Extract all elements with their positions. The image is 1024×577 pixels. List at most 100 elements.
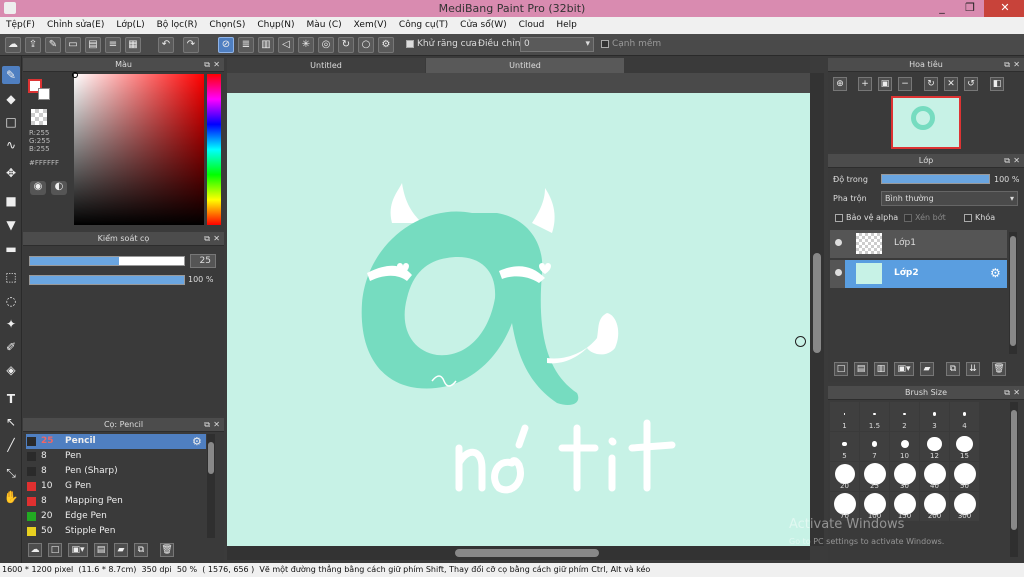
divide-tool-icon[interactable]: ╱ [2, 436, 20, 454]
brush-item[interactable]: 8 Pen (Sharp) [26, 464, 206, 479]
brush-size-preset[interactable]: 25 [860, 462, 889, 491]
radial-snap-icon[interactable]: ✳ [298, 37, 314, 53]
shape-fill-tool-icon[interactable]: ■ [2, 192, 20, 210]
undock-icon[interactable]: ⧉ [1004, 58, 1010, 72]
merge-down-icon[interactable]: ⇊ [966, 362, 980, 376]
scroll-thumb[interactable] [455, 549, 599, 557]
eraser-tool-icon[interactable]: ◆ [2, 90, 20, 108]
brush-list-scrollbar[interactable] [207, 434, 215, 538]
undock-icon[interactable]: ⧉ [204, 232, 210, 246]
menu-cloud[interactable]: Cloud [513, 17, 551, 34]
undock-icon[interactable]: ⧉ [204, 418, 210, 432]
brush-settings-icon[interactable]: ⚙ [192, 434, 202, 449]
navigator-thumbnail[interactable] [891, 96, 961, 149]
undock-icon[interactable]: ⧉ [1004, 386, 1010, 400]
scroll-thumb[interactable] [1011, 410, 1017, 530]
zoom-actual-icon[interactable]: ▣ [878, 77, 892, 91]
zoom-fit-icon[interactable]: ⊕ [833, 77, 847, 91]
layer-opacity-slider[interactable] [881, 174, 990, 184]
menu-layer[interactable]: Lớp(L) [110, 17, 150, 34]
brush-size-scrollbar[interactable] [1010, 402, 1018, 557]
hand-tool-icon[interactable]: ✋ [2, 488, 20, 506]
new-layer-icon[interactable]: □ [834, 362, 848, 376]
close-button[interactable]: ✕ [984, 0, 1024, 17]
brush-item[interactable]: 8 Mapping Pen [26, 494, 206, 509]
new-8bit-layer-icon[interactable]: ▥ [874, 362, 888, 376]
cross-snap-icon[interactable]: ▥ [258, 37, 274, 53]
cloud-brush-icon[interactable]: ☁ [28, 543, 42, 557]
brush-size-preset[interactable]: 40 [920, 462, 949, 491]
restore-button[interactable]: ❐ [956, 0, 984, 17]
dot-tool-icon[interactable]: □ [2, 113, 20, 131]
add-brush-icon[interactable]: ▣▾ [68, 543, 88, 557]
horizontal-scrollbar[interactable] [227, 546, 810, 560]
minimize-button[interactable]: _ [928, 0, 956, 17]
layer-list-scrollbar[interactable] [1009, 232, 1017, 354]
flip-icon[interactable]: ◧ [990, 77, 1004, 91]
undo-icon[interactable]: ↶ [158, 37, 174, 53]
blend-mode-select[interactable]: Bình thường ▾ [881, 191, 1018, 206]
soft-edge-checkbox[interactable]: Cạnh mềm [601, 39, 661, 49]
menu-file[interactable]: Tệp(F) [0, 17, 41, 34]
close-icon[interactable]: ✕ [1013, 386, 1020, 400]
visibility-eye-icon[interactable] [835, 239, 842, 246]
snap-settings-icon[interactable]: ⚙ [378, 37, 394, 53]
add-layer-menu-icon[interactable]: ▣▾ [894, 362, 914, 376]
brush-size-preset[interactable]: 20 [830, 462, 859, 491]
move-tool-icon[interactable]: ✥ [2, 164, 20, 182]
transparent-color-swatch[interactable] [31, 109, 47, 125]
menu-tools[interactable]: Công cụ(T) [393, 17, 454, 34]
undock-icon[interactable]: ⧉ [1004, 154, 1010, 168]
brush-item[interactable]: 10 G Pen [26, 479, 206, 494]
menu-capture[interactable]: Chụp(N) [251, 17, 300, 34]
duplicate-icon[interactable]: ⧉ [134, 543, 148, 557]
select-rect-tool-icon[interactable]: ⬚ [2, 268, 20, 286]
page-icon[interactable]: ▤ [85, 37, 101, 53]
hue-slider[interactable] [207, 74, 221, 225]
layer-settings-icon[interactable]: ⚙ [990, 266, 1001, 280]
reset-view-icon[interactable]: ✕ [944, 77, 958, 91]
blur-tool-icon[interactable]: ∿ [2, 136, 20, 154]
new-halftone-layer-icon[interactable]: ▤ [854, 362, 868, 376]
menu-help[interactable]: Help [550, 17, 583, 34]
brush-size-preset[interactable]: 7 [860, 432, 889, 461]
select-eraser-tool-icon[interactable]: ◈ [2, 361, 20, 379]
brush-opacity-slider[interactable] [29, 275, 185, 285]
undock-icon[interactable]: ⧉ [204, 58, 210, 72]
grid-icon[interactable]: ▦ [125, 37, 141, 53]
clipping-checkbox[interactable]: Xén bớt [904, 213, 946, 222]
brush-size-preset[interactable]: 1.5 [860, 402, 889, 431]
brush-size-preset[interactable]: 300 [950, 492, 979, 521]
brush-properties-icon[interactable]: ▤ [94, 543, 108, 557]
brush-size-preset[interactable]: 3 [920, 402, 949, 431]
vanishing-snap-icon[interactable]: ◁ [278, 37, 294, 53]
brush-size-value[interactable]: 25 [190, 254, 216, 268]
brush-tool-icon[interactable]: ✎ [2, 66, 20, 84]
vertical-scrollbar[interactable] [810, 73, 824, 546]
brush-item[interactable]: 8 Pen [26, 449, 206, 464]
cloud-icon[interactable]: ☁ [5, 37, 21, 53]
protect-alpha-checkbox[interactable]: Bảo vệ alpha [835, 213, 898, 222]
delete-icon[interactable]: 🗑 [160, 543, 174, 557]
no-snap-icon[interactable]: ⊘ [218, 37, 234, 53]
brush-size-preset[interactable]: 4 [950, 402, 979, 431]
lock-checkbox[interactable]: Khóa [964, 213, 995, 222]
lasso-tool-icon[interactable]: ◌ [2, 292, 20, 310]
scroll-thumb[interactable] [208, 442, 214, 474]
brush-size-preset[interactable]: 5 [830, 432, 859, 461]
close-icon[interactable]: ✕ [1013, 58, 1020, 72]
rotate-reverse-icon[interactable]: ↺ [964, 77, 978, 91]
rotate-icon[interactable]: ↻ [924, 77, 938, 91]
visibility-eye-icon[interactable] [835, 269, 842, 276]
secondary-color-swatch[interactable] [38, 88, 50, 100]
close-icon[interactable]: ✕ [213, 418, 220, 432]
list-icon[interactable]: ≡ [105, 37, 121, 53]
brush-size-preset[interactable]: 12 [920, 432, 949, 461]
magic-wand-tool-icon[interactable]: ✦ [2, 315, 20, 333]
canvas[interactable] [227, 93, 810, 546]
zoom-in-icon[interactable]: + [858, 77, 872, 91]
adjust-input[interactable]: 0 ▾ [520, 37, 594, 52]
layer-row-2[interactable]: Lớp2 ⚙ [830, 260, 1007, 288]
menu-window[interactable]: Cửa sổ(W) [454, 17, 512, 34]
brush-size-preset[interactable]: 200 [920, 492, 949, 521]
